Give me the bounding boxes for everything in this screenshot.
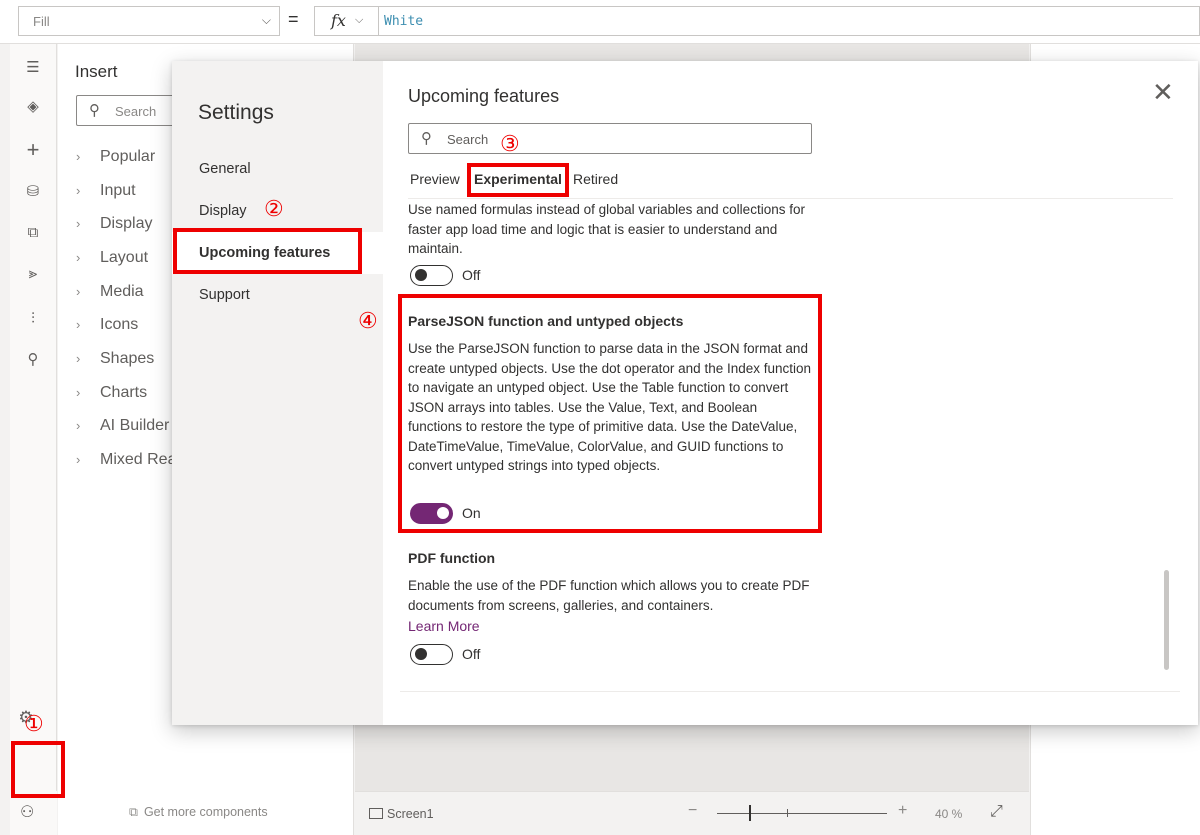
tab-retired[interactable]: Retired (573, 171, 618, 187)
zoom-out-button[interactable]: − (688, 802, 697, 820)
insert-title: Insert (75, 62, 118, 81)
chevron-right-icon: › (76, 250, 81, 265)
get-more-label: Get more components (143, 805, 268, 819)
content-bottom-divider (400, 691, 1180, 692)
settings-title: Settings (198, 101, 274, 124)
zoom-slider-track[interactable] (717, 813, 887, 814)
formula-input[interactable]: White (378, 6, 1200, 36)
category-shapes[interactable]: › Shapes (76, 350, 154, 380)
zoom-in-button[interactable]: + (898, 802, 907, 820)
plus-icon[interactable]: + (10, 133, 56, 167)
nav-support[interactable]: Support (172, 274, 383, 316)
chevron-right-icon: › (76, 284, 81, 299)
chevron-right-icon: › (76, 385, 81, 400)
features-search-input[interactable]: ⚲ Search (408, 123, 812, 154)
variables-icon[interactable]: ⫶ (10, 301, 56, 335)
equals-sign: = (288, 9, 299, 29)
tabs-divider (408, 198, 1173, 199)
category-label: Shapes (100, 350, 155, 367)
zoom-value: 40 % (935, 807, 963, 821)
named-formulas-toggle[interactable] (410, 265, 453, 286)
toggle-knob (415, 269, 427, 281)
annotation-step-2: ② (264, 197, 284, 222)
category-layout[interactable]: › Layout (76, 249, 148, 279)
property-dropdown[interactable]: Fill ⌵ (18, 6, 280, 36)
category-label: Display (100, 215, 153, 232)
search-icon: ⚲ (421, 130, 432, 147)
fx-icon: fx (331, 11, 346, 30)
annotation-box-experimental (467, 163, 569, 197)
page-title: Upcoming features (408, 86, 560, 106)
annotation-step-1: ① (24, 712, 44, 737)
category-label: Layout (100, 249, 149, 266)
annotation-box-parsejson (398, 294, 822, 533)
close-icon[interactable]: ✕ (1152, 79, 1174, 105)
annotation-step-3: ③ (500, 132, 520, 157)
category-popular[interactable]: › Popular (76, 148, 155, 178)
learn-more-link[interactable]: Learn More (408, 618, 480, 634)
property-value: Fill (33, 14, 50, 29)
formula-text: White (384, 14, 424, 29)
tab-preview[interactable]: Preview (410, 171, 460, 187)
chevron-down-icon: ⌵ (261, 13, 271, 27)
components-icon: ⧉ (129, 805, 138, 819)
zoom-slider-tick (787, 809, 788, 817)
category-label: Icons (100, 316, 139, 333)
category-label: Media (100, 283, 144, 300)
annotation-step-4: ④ (358, 309, 378, 334)
layers-icon[interactable]: ◈ (10, 89, 56, 123)
annotation-box-upcoming-features (173, 228, 362, 274)
power-automate-icon[interactable]: ⪢ (10, 256, 56, 290)
function-picker-button[interactable]: fx ⌵ (314, 6, 378, 36)
settings-nav: Settings General Display Upcoming featur… (172, 61, 383, 725)
category-display[interactable]: › Display (76, 215, 152, 245)
search-placeholder: Search (447, 132, 489, 147)
category-label: AI Builder (100, 417, 170, 434)
category-charts[interactable]: › Charts (76, 384, 147, 414)
named-formulas-toggle-label: Off (462, 267, 481, 283)
person-icon[interactable]: ⚇ (20, 802, 34, 822)
chevron-right-icon: › (76, 418, 81, 433)
screen-label: Screen1 (387, 807, 434, 821)
chevron-down-icon: ⌵ (355, 14, 364, 26)
chevron-right-icon: › (76, 452, 81, 467)
annotation-box-settings (11, 741, 65, 798)
get-more-components-link[interactable]: ⧉ Get more components (129, 805, 268, 820)
category-label: Input (100, 182, 136, 199)
chevron-right-icon: › (76, 317, 81, 332)
category-icons[interactable]: › Icons (76, 316, 138, 346)
category-ai-builder[interactable]: › AI Builder (76, 417, 169, 447)
pdf-function-description: Enable the use of the PDF function which… (408, 578, 810, 613)
fit-to-window-icon[interactable]: ⤢ (990, 803, 1003, 821)
content-scrollbar[interactable] (1164, 570, 1169, 670)
status-bar: Screen1 − + 40 % ⤢ (355, 791, 1029, 835)
nav-general[interactable]: General (172, 148, 383, 190)
pdf-function-title: PDF function (408, 550, 496, 566)
chevron-right-icon: › (76, 149, 81, 164)
category-label: Charts (100, 384, 148, 401)
chevron-right-icon: › (76, 216, 81, 231)
screen-tab[interactable]: Screen1 (369, 807, 434, 821)
toggle-knob (415, 648, 427, 660)
hamburger-icon[interactable]: ☰ (10, 50, 56, 84)
power-apps-studio: Fill ⌵ = fx ⌵ White ☰ ◈ + ⛁ ⧉ ⪢ ⫶ ⚲ Inse… (0, 0, 1200, 835)
pdf-function-toggle[interactable] (410, 644, 453, 665)
category-input[interactable]: › Input (76, 182, 136, 212)
pdf-function-toggle-label: Off (462, 646, 481, 662)
search-icon: ⚲ (89, 102, 100, 119)
category-label: Popular (100, 148, 156, 165)
media-icon[interactable]: ⧉ (10, 215, 56, 249)
named-formulas-description: Use named formulas instead of global var… (408, 202, 805, 256)
formula-bar: Fill ⌵ = fx ⌵ White (0, 0, 1200, 44)
screen-icon (369, 808, 383, 819)
chevron-right-icon: › (76, 183, 81, 198)
search-icon[interactable]: ⚲ (10, 342, 56, 376)
search-placeholder: Search (115, 104, 157, 119)
zoom-slider-thumb[interactable] (749, 805, 751, 821)
database-icon[interactable]: ⛁ (10, 174, 56, 208)
category-media[interactable]: › Media (76, 283, 144, 313)
chevron-right-icon: › (76, 351, 81, 366)
